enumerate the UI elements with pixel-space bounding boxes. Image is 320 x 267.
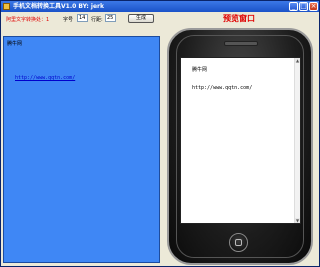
speaker-icon — [224, 41, 258, 46]
close-button[interactable]: × — [309, 2, 318, 11]
editor-url-link[interactable]: http://www.qqtn.com/ — [15, 75, 75, 81]
preview-name-text: 腾牛网 — [192, 67, 208, 73]
font-size-input[interactable]: 14 — [77, 14, 88, 22]
title-bar[interactable]: 手机文档转换工具V1.0 BY: jerk _ □ × — [1, 1, 319, 12]
convert-link[interactable]: 阿里文字转换处：1 — [6, 16, 49, 23]
app-window: 手机文档转换工具V1.0 BY: jerk _ □ × 阿里文字转换处：1 字号… — [0, 0, 320, 267]
phone-screen[interactable]: 腾牛网 http://www.qqtn.com/ ▲ ▼ — [180, 57, 301, 224]
line-spacing-label: 行距: — [91, 17, 103, 23]
preview-url-text: http://www.qqtn.com/ — [192, 85, 253, 91]
window-title: 手机文档转换工具V1.0 BY: jerk — [13, 3, 104, 10]
font-size-label: 字号 — [63, 17, 74, 23]
scroll-up-icon[interactable]: ▲ — [295, 58, 300, 63]
toolbar: 阿里文字转换处：1 字号 14 行距: 25 生成 — [1, 12, 319, 25]
minimize-button[interactable]: _ — [289, 2, 298, 11]
generate-button[interactable]: 生成 — [128, 14, 154, 23]
preview-scrollbar[interactable]: ▲ ▼ — [294, 58, 300, 223]
line-spacing-input[interactable]: 25 — [105, 14, 116, 22]
text-editor[interactable]: 腾牛网 http://www.qqtn.com/ — [3, 36, 160, 263]
scroll-down-icon[interactable]: ▼ — [295, 218, 300, 223]
home-square-icon — [235, 239, 242, 246]
preview-title: 预览窗口 — [223, 14, 255, 23]
home-button-icon[interactable] — [229, 233, 248, 252]
editor-name-text: 腾牛网 — [7, 41, 23, 47]
app-icon — [3, 3, 10, 10]
maximize-button[interactable]: □ — [299, 2, 308, 11]
